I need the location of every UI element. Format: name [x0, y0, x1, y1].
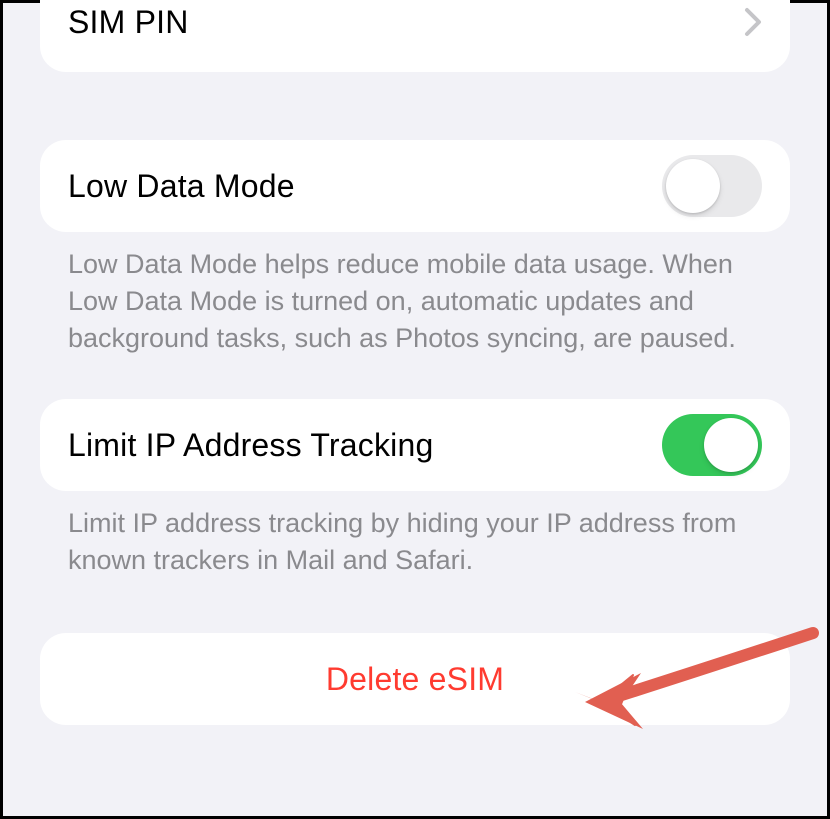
low-data-mode-group: Low Data Mode	[40, 140, 790, 232]
toggle-knob	[704, 418, 758, 472]
toggle-knob	[666, 159, 720, 213]
sim-pin-group: SIM PIN	[40, 0, 790, 72]
low-data-mode-label: Low Data Mode	[68, 168, 295, 205]
limit-ip-tracking-group: Limit IP Address Tracking	[40, 399, 790, 491]
delete-esim-row[interactable]: Delete eSIM	[40, 633, 790, 725]
limit-ip-tracking-toggle[interactable]	[662, 414, 762, 476]
low-data-mode-row[interactable]: Low Data Mode	[40, 140, 790, 232]
sim-pin-row[interactable]: SIM PIN	[40, 0, 790, 72]
limit-ip-tracking-label: Limit IP Address Tracking	[68, 427, 433, 464]
settings-screen: SIM PIN Low Data Mode Low Data Mode help…	[3, 0, 827, 785]
chevron-right-icon	[744, 7, 762, 37]
sim-pin-label: SIM PIN	[68, 4, 189, 41]
low-data-mode-toggle[interactable]	[662, 155, 762, 217]
limit-ip-tracking-row[interactable]: Limit IP Address Tracking	[40, 399, 790, 491]
delete-esim-label: Delete eSIM	[326, 661, 504, 698]
limit-ip-tracking-footer: Limit IP address tracking by hiding your…	[40, 491, 790, 579]
delete-esim-group: Delete eSIM	[40, 633, 790, 725]
low-data-mode-footer: Low Data Mode helps reduce mobile data u…	[40, 232, 790, 357]
